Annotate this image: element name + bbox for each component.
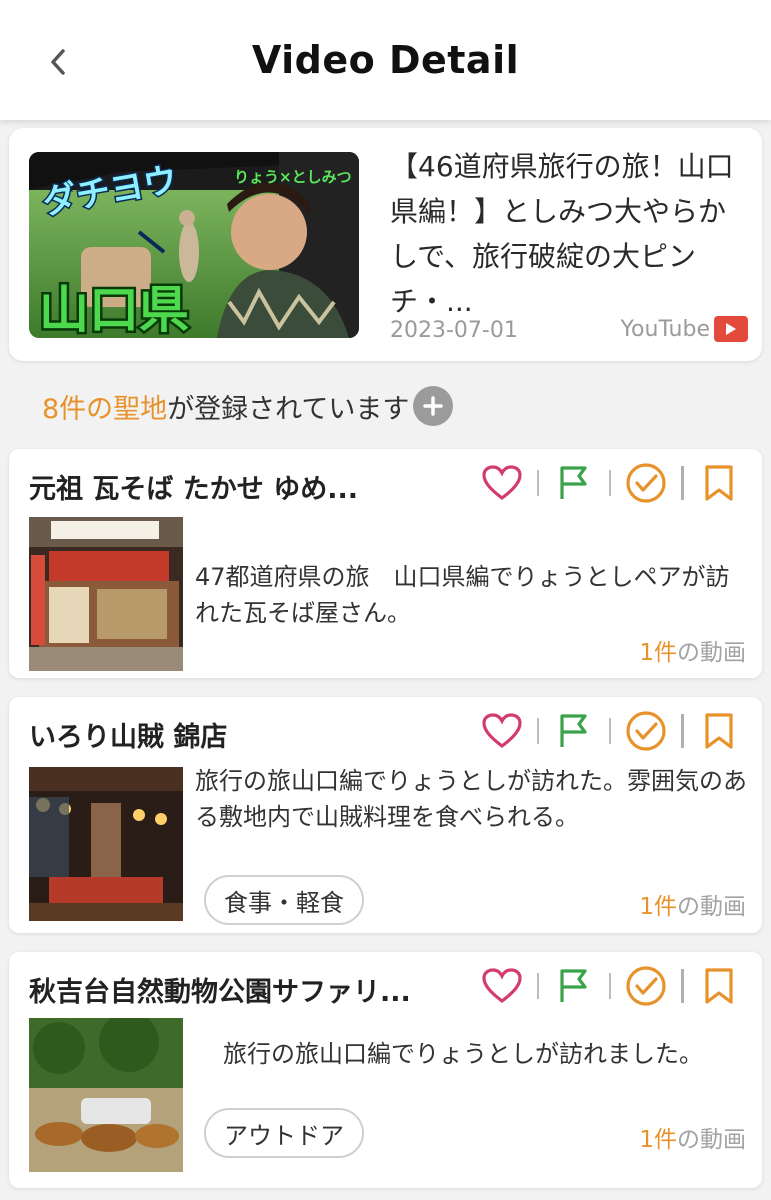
heart-icon xyxy=(482,465,522,501)
plus-icon xyxy=(423,396,444,416)
spot-actions xyxy=(481,461,740,505)
category-tag[interactable]: アウトドア xyxy=(204,1108,364,1158)
video-title[interactable]: 【46道府県旅行の旅！山口県編！】としみつ大やらかしで、旅行破綻の大ピンチ・..… xyxy=(390,144,750,324)
video-date: 2023-07-01 xyxy=(390,318,518,343)
divider xyxy=(609,470,611,496)
bookmark-icon xyxy=(705,465,733,501)
registered-count-number: 8件の聖地 xyxy=(42,393,168,425)
video-count-label: の動画 xyxy=(677,894,746,920)
divider xyxy=(681,714,684,748)
flag-icon xyxy=(560,466,587,499)
spot-video-count: 1件の動画 xyxy=(639,633,746,667)
bookmark-button[interactable] xyxy=(698,965,740,1007)
spot-actions xyxy=(481,964,740,1008)
favorite-button[interactable] xyxy=(481,462,523,504)
thumbnail-caption-top: りょう×としみつ xyxy=(234,168,352,186)
divider xyxy=(537,718,539,744)
flag-button[interactable] xyxy=(553,965,595,1007)
video-count-number: 1件 xyxy=(639,640,677,666)
youtube-icon xyxy=(714,316,748,342)
favorite-button[interactable] xyxy=(481,710,523,752)
spot-description: 旅行の旅山口編でりょうとしが訪れた。雰囲気のある敷地内で山賊料理を食べられる。 xyxy=(195,767,747,831)
visited-button[interactable] xyxy=(625,965,667,1007)
spot-thumbnail[interactable] xyxy=(29,767,183,921)
check-circle-icon xyxy=(626,711,666,751)
spot-video-count: 1件の動画 xyxy=(639,887,746,921)
flag-icon xyxy=(560,969,587,1002)
heart-icon xyxy=(482,713,522,749)
video-source[interactable]: YouTube xyxy=(621,316,748,342)
category-tag[interactable]: 食事・軽食 xyxy=(204,875,364,925)
bookmark-button[interactable] xyxy=(698,710,740,752)
flag-button[interactable] xyxy=(553,462,595,504)
heart-icon xyxy=(482,968,522,1004)
spot-thumbnail[interactable] xyxy=(29,1018,183,1172)
app-header: Video Detail xyxy=(0,0,771,120)
bookmark-icon xyxy=(705,968,733,1004)
spot-card[interactable]: 秋吉台自然動物公園サファリ... 旅行の旅山口編でりょうとしが訪れました。 アウ… xyxy=(9,952,762,1188)
add-spot-button[interactable] xyxy=(413,386,454,426)
registered-count-text: が登録されています xyxy=(167,393,410,425)
spot-video-count: 1件の動画 xyxy=(639,1120,746,1154)
video-card[interactable]: りょう×としみつ ダチヨウ 山口県 【46道府県旅行の旅！山口県編！】としみつ大… xyxy=(9,128,762,361)
back-button[interactable] xyxy=(40,44,76,80)
divider xyxy=(609,718,611,744)
flag-icon xyxy=(560,714,587,747)
video-count-label: の動画 xyxy=(677,640,746,666)
check-circle-icon xyxy=(626,463,666,503)
check-circle-icon xyxy=(626,966,666,1006)
spot-name[interactable]: いろり山賊 錦店 xyxy=(29,715,459,754)
bookmark-icon xyxy=(705,713,733,749)
spot-description: 47都道府県の旅 山口県編でりょうとしペアが訪れた瓦そば屋さん。 xyxy=(195,563,730,627)
favorite-button[interactable] xyxy=(481,965,523,1007)
video-count-number: 1件 xyxy=(639,1127,677,1153)
divider xyxy=(537,973,539,999)
bookmark-button[interactable] xyxy=(698,462,740,504)
spot-thumbnail[interactable] xyxy=(29,517,183,671)
video-count-label: の動画 xyxy=(677,1127,746,1153)
flag-button[interactable] xyxy=(553,710,595,752)
registered-count: 8件の聖地 が登録されています xyxy=(42,384,454,428)
divider xyxy=(681,466,684,500)
spot-description: 旅行の旅山口編でりょうとしが訪れました。 xyxy=(223,1040,703,1068)
video-thumbnail[interactable]: りょう×としみつ ダチヨウ 山口県 xyxy=(29,152,359,338)
page-title: Video Detail xyxy=(251,38,520,82)
video-count-number: 1件 xyxy=(639,894,677,920)
spot-card[interactable]: いろり山賊 錦店 旅行の旅山口編でりょうとしが訪れた。雰囲気のある敷地内で山賊料… xyxy=(9,697,762,933)
spot-name[interactable]: 元祖 瓦そば たかせ ゆめ... xyxy=(29,467,459,506)
divider xyxy=(681,969,684,1003)
visited-button[interactable] xyxy=(625,710,667,752)
divider xyxy=(537,470,539,496)
visited-button[interactable] xyxy=(625,462,667,504)
chevron-left-icon xyxy=(51,49,65,75)
spot-name[interactable]: 秋吉台自然動物公園サファリ... xyxy=(29,970,459,1009)
spot-card[interactable]: 元祖 瓦そば たかせ ゆめ... 47都道府県の旅 山口県編でりょうとしペアが訪… xyxy=(9,449,762,678)
divider xyxy=(609,973,611,999)
spot-actions xyxy=(481,709,740,753)
source-label: YouTube xyxy=(620,316,710,342)
thumbnail-caption-main: 山口県 xyxy=(39,281,189,338)
